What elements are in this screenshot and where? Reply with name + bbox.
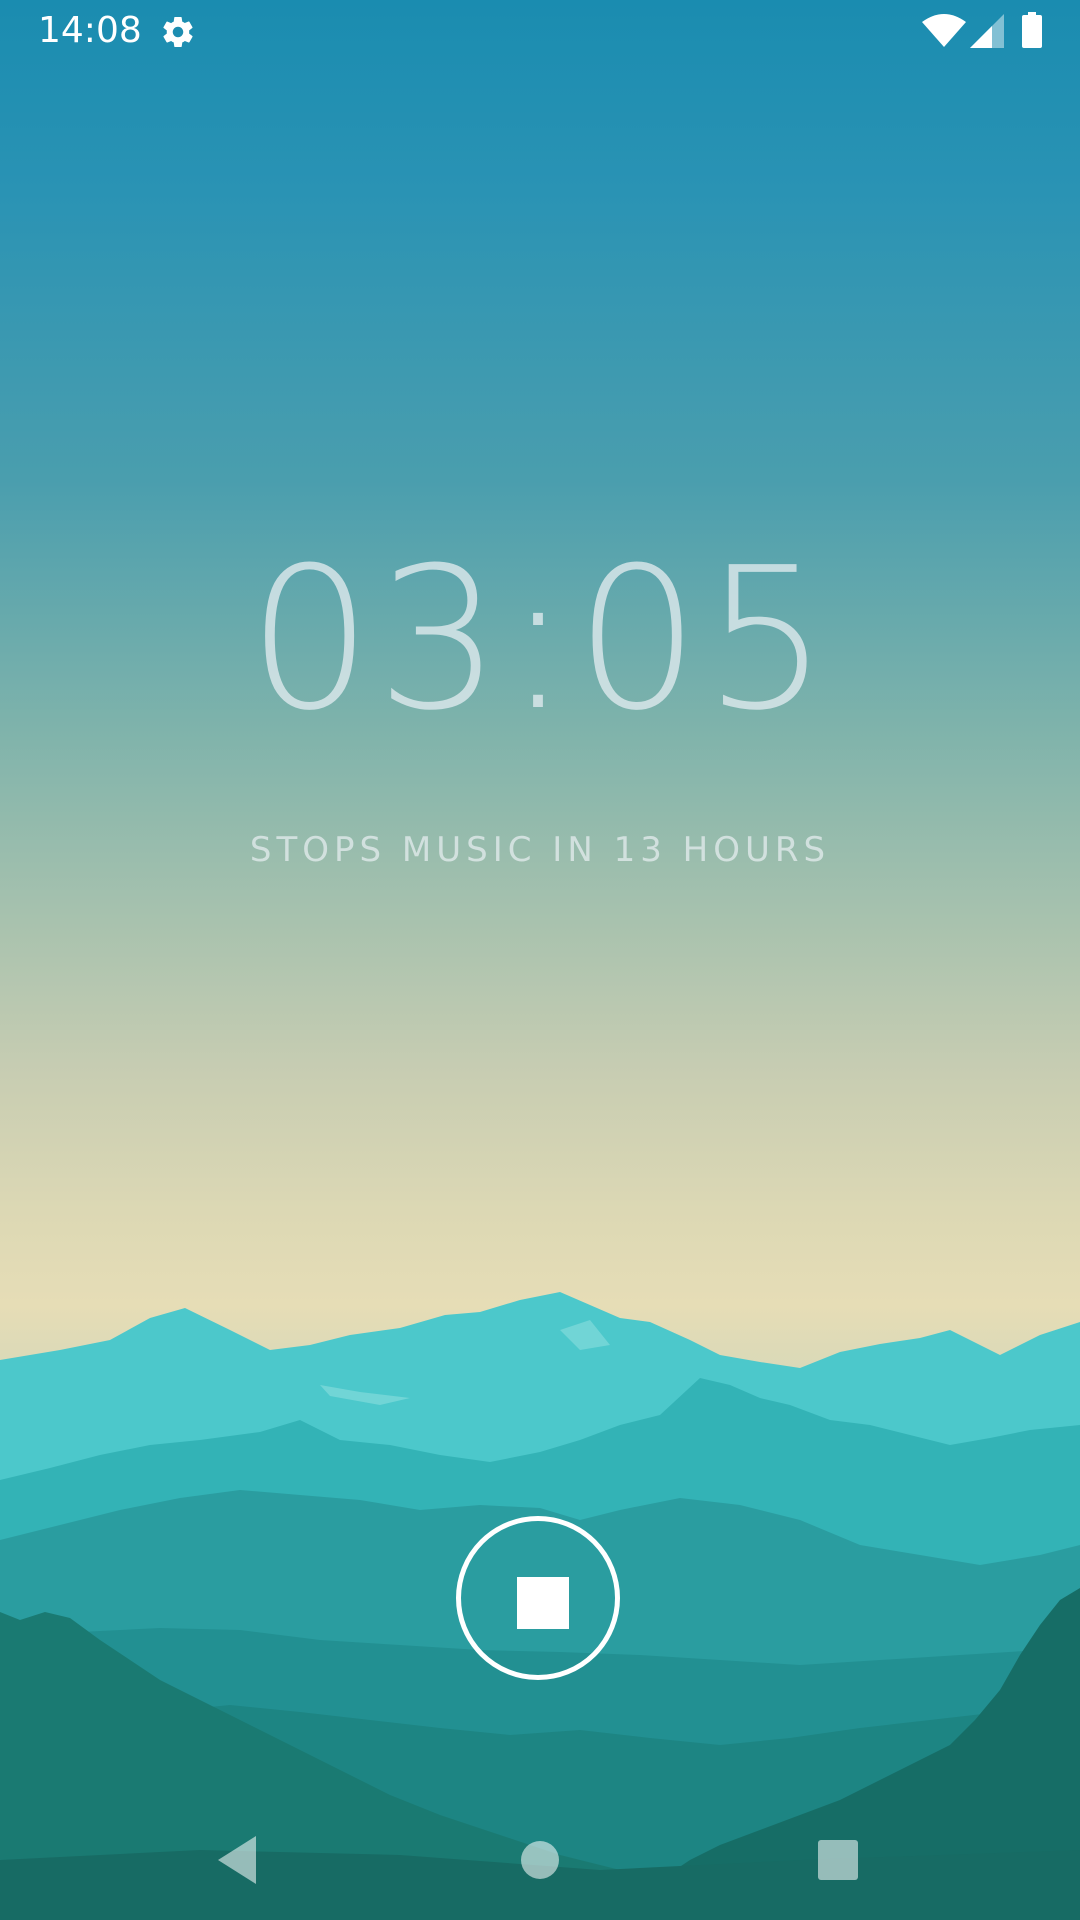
battery-icon xyxy=(1022,12,1042,48)
wifi-icon xyxy=(922,14,966,47)
back-icon[interactable] xyxy=(208,1830,268,1890)
lock-screen: 14:08 03:05 STOPS MUSIC IN 13 HOURS xyxy=(0,0,1080,1920)
recents-icon[interactable] xyxy=(808,1830,868,1890)
navigation-bar xyxy=(0,1800,1080,1920)
status-bar: 14:08 xyxy=(0,0,1080,64)
timer-subtitle: STOPS MUSIC IN 13 HOURS xyxy=(249,830,831,870)
settings-icon xyxy=(163,17,193,48)
home-icon[interactable] xyxy=(510,1830,570,1890)
stop-icon xyxy=(517,1577,569,1629)
sleep-timer-display: 03:05 xyxy=(247,526,833,754)
status-time: 14:08 xyxy=(38,10,142,51)
stop-button[interactable] xyxy=(456,1516,620,1680)
signal-icon xyxy=(970,14,1004,48)
